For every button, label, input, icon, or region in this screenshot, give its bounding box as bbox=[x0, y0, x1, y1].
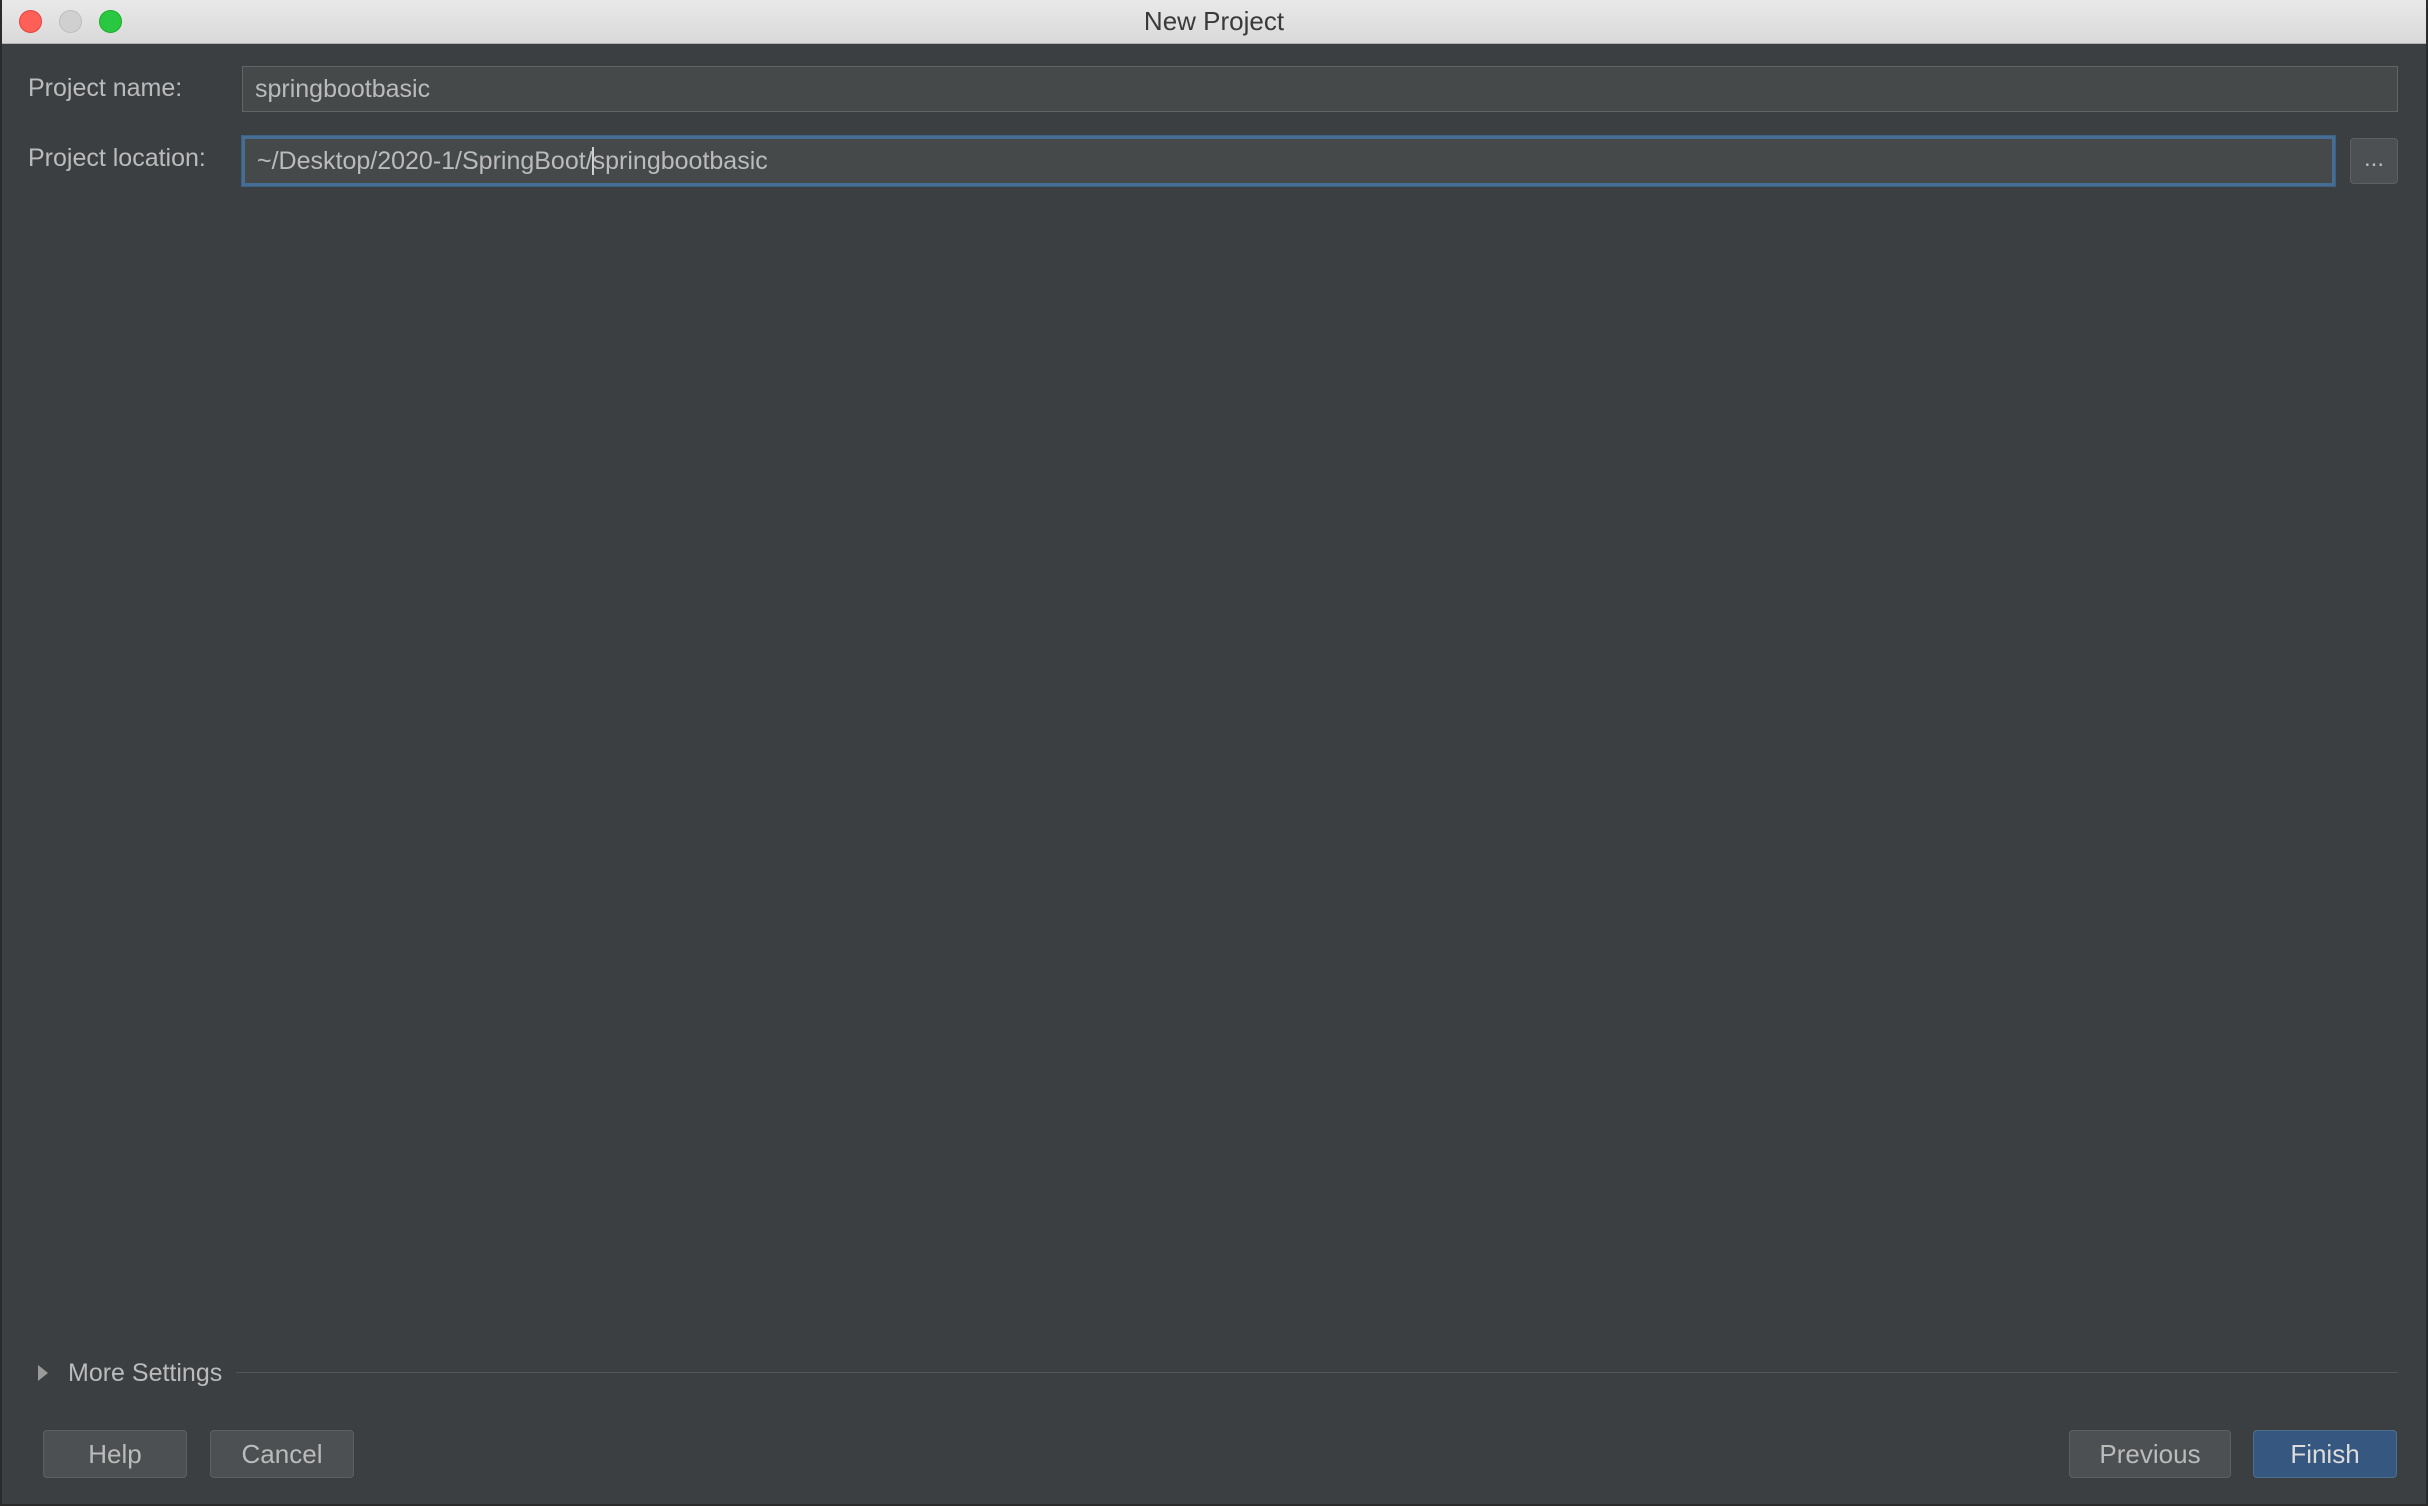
browse-location-button[interactable]: ... bbox=[2350, 138, 2398, 184]
project-name-field[interactable]: springbootbasic bbox=[242, 66, 2398, 112]
cancel-button[interactable]: Cancel bbox=[210, 1430, 354, 1478]
more-settings-toggle[interactable]: More Settings bbox=[38, 1358, 222, 1388]
expand-triangle-icon bbox=[38, 1365, 48, 1381]
project-location-field[interactable]: ~/Desktop/2020-1/SpringBoot/springbootba… bbox=[242, 136, 2335, 186]
previous-button[interactable]: Previous bbox=[2069, 1430, 2231, 1478]
more-settings-label: More Settings bbox=[68, 1358, 223, 1387]
new-project-dialog: New Project Project name: springbootbasi… bbox=[0, 0, 2428, 1506]
project-location-value-after-caret: springbootbasic bbox=[592, 146, 768, 175]
title-bar[interactable]: New Project bbox=[2, 0, 2426, 44]
project-name-value: springbootbasic bbox=[255, 74, 431, 103]
project-location-value-before-caret: ~/Desktop/2020-1/SpringBoot/ bbox=[257, 146, 593, 175]
window-title: New Project bbox=[1143, 6, 1285, 36]
more-settings-divider bbox=[236, 1372, 2398, 1373]
help-button[interactable]: Help bbox=[43, 1430, 187, 1478]
finish-button[interactable]: Finish bbox=[2253, 1430, 2397, 1478]
project-name-label: Project name: bbox=[28, 74, 183, 102]
project-location-label: Project location: bbox=[28, 144, 206, 172]
